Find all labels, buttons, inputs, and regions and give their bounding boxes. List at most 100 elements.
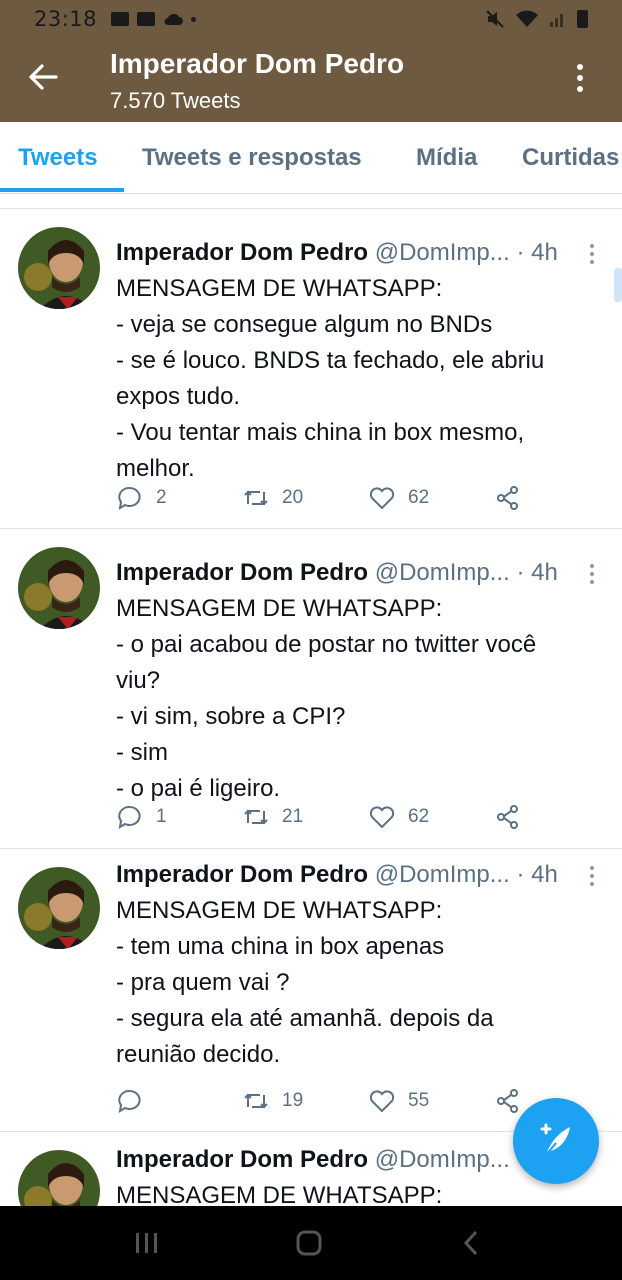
status-time: 23:18 <box>34 7 98 31</box>
tweet-line: - o pai acabou de postar no twitter você <box>116 631 537 658</box>
tweet-item[interactable]: Imperador Dom Pedro @DomImp... · 4h MENS… <box>0 209 622 529</box>
tweet-menu-icon[interactable] <box>588 866 596 886</box>
retweet-count: 20 <box>282 487 304 508</box>
reply-icon <box>118 486 141 510</box>
heart-icon <box>369 806 395 829</box>
back-arrow-icon[interactable] <box>26 60 60 94</box>
tweet-line: - vi sim, sobre a CPI? <box>116 703 346 730</box>
mute-icon <box>486 10 504 28</box>
tweet-line: - segura ela até amanhã. depois da <box>116 1005 494 1032</box>
heart-icon <box>369 1090 395 1113</box>
like-button[interactable]: 62 <box>368 484 429 512</box>
tab-curtidas[interactable]: Curtidas <box>522 144 619 172</box>
gallery-icon <box>111 12 130 26</box>
tweet-line: MENSAGEM DE WHATSAPP: <box>116 897 443 924</box>
tweet-line: - o pai é ligeiro. <box>116 775 281 802</box>
overflow-menu-icon[interactable] <box>568 60 592 96</box>
tweet-line: viu? <box>116 667 161 694</box>
like-count: 62 <box>408 487 430 508</box>
tab-tweets[interactable]: Tweets <box>18 144 98 172</box>
reply-icon <box>118 805 141 829</box>
back-icon[interactable] <box>460 1228 482 1258</box>
tweet-line: MENSAGEM DE WHATSAPP: <box>116 1182 443 1206</box>
like-button[interactable]: 55 <box>368 1087 429 1115</box>
author-name[interactable]: Imperador Dom Pedro <box>116 559 368 586</box>
profile-header: Imperador Dom Pedro 7.570 Tweets <box>0 38 622 122</box>
separator-dot: · <box>516 861 525 888</box>
tweet-text: MENSAGEM DE WHATSAPP: - veja se consegue… <box>116 271 586 487</box>
compose-tweet-icon <box>540 1123 570 1156</box>
author-handle: @DomImp... <box>374 1146 510 1173</box>
retweet-button[interactable]: 21 <box>242 803 303 831</box>
compose-tweet-button[interactable] <box>513 1098 599 1184</box>
reply-count: 1 <box>156 806 167 827</box>
retweet-icon <box>244 809 268 825</box>
reply-button[interactable]: 1 <box>116 803 167 831</box>
status-bar: 23:18 <box>0 0 622 38</box>
tweet-line: - Vou tentar mais china in box mesmo, <box>116 419 525 446</box>
reply-icon <box>118 1089 141 1113</box>
tweet-item[interactable]: Imperador Dom Pedro @DomImp... · 4h MENS… <box>0 849 622 1132</box>
recent-apps-icon[interactable] <box>134 1228 160 1258</box>
retweet-count: 21 <box>282 806 304 827</box>
author-handle: @DomImp... <box>374 559 510 586</box>
retweet-icon <box>244 490 268 506</box>
separator-dot: · <box>516 559 525 586</box>
tweet-line: reunião decido. <box>116 1041 281 1068</box>
tweet-menu-icon[interactable] <box>588 244 596 264</box>
tweet-line: MENSAGEM DE WHATSAPP: <box>116 595 443 622</box>
tweet-menu-icon[interactable] <box>588 564 596 584</box>
tweet-time: 4h <box>531 559 558 586</box>
system-nav-bar <box>0 1206 622 1280</box>
signal-icon <box>550 14 563 27</box>
retweet-count: 19 <box>282 1090 304 1111</box>
tweet-line: - pra quem vai ? <box>116 969 290 996</box>
tweet-text: MENSAGEM DE WHATSAPP: - o pai acabou de … <box>116 591 586 807</box>
active-tab-indicator <box>0 188 124 192</box>
share-icon <box>497 1089 518 1113</box>
tweet-actions: 2 20 62 <box>116 484 536 514</box>
scrollbar-thumb[interactable] <box>614 268 622 302</box>
share-button[interactable] <box>494 803 522 831</box>
author-handle: @DomImp... <box>374 861 510 888</box>
retweet-icon <box>244 1093 268 1109</box>
tweet-time: 4h <box>531 239 558 266</box>
like-button[interactable]: 62 <box>368 803 429 831</box>
wifi-icon <box>516 10 538 27</box>
tweet-actions: 19 55 <box>116 1087 536 1117</box>
like-count: 62 <box>408 806 430 827</box>
tweet-feed[interactable]: Imperador Dom Pedro @DomImp... · 4h MENS… <box>0 194 622 1206</box>
youtube-icon <box>137 12 156 26</box>
tweet-line: - sim <box>116 739 168 766</box>
home-icon[interactable] <box>295 1228 323 1258</box>
avatar[interactable] <box>18 547 100 629</box>
author-name[interactable]: Imperador Dom Pedro <box>116 1146 368 1173</box>
author-name[interactable]: Imperador Dom Pedro <box>116 239 368 266</box>
tweet-actions: 1 21 62 <box>116 803 536 833</box>
tweet-text: MENSAGEM DE WHATSAPP: <box>116 1178 586 1206</box>
reply-button[interactable]: 2 <box>116 484 167 512</box>
share-button[interactable] <box>494 484 522 512</box>
separator-dot: · <box>516 239 525 266</box>
retweet-button[interactable]: 20 <box>242 484 303 512</box>
profile-title: Imperador Dom Pedro <box>110 48 405 79</box>
like-count: 55 <box>408 1090 430 1111</box>
tab-tweets-e-respostas[interactable]: Tweets e respostas <box>142 144 362 172</box>
share-icon <box>497 486 518 510</box>
share-button[interactable] <box>494 1087 522 1115</box>
tweet-count: 7.570 Tweets <box>110 88 241 113</box>
tweet-line: - tem uma china in box apenas <box>116 933 445 960</box>
author-name[interactable]: Imperador Dom Pedro <box>116 861 368 888</box>
battery-icon <box>577 10 588 28</box>
heart-icon <box>369 487 395 510</box>
avatar[interactable] <box>18 867 100 949</box>
tweet-text: MENSAGEM DE WHATSAPP: - tem uma china in… <box>116 893 586 1073</box>
tweet-item[interactable]: Imperador Dom Pedro @DomImp... · 4h MENS… <box>0 529 622 849</box>
tweet-line: MENSAGEM DE WHATSAPP: <box>116 275 443 302</box>
tweet-line: expos tudo. <box>116 383 241 410</box>
reply-button[interactable] <box>116 1087 156 1115</box>
retweet-button[interactable]: 19 <box>242 1087 303 1115</box>
avatar[interactable] <box>18 227 100 309</box>
avatar[interactable] <box>18 1150 100 1206</box>
tab-midia[interactable]: Mídia <box>416 144 477 172</box>
